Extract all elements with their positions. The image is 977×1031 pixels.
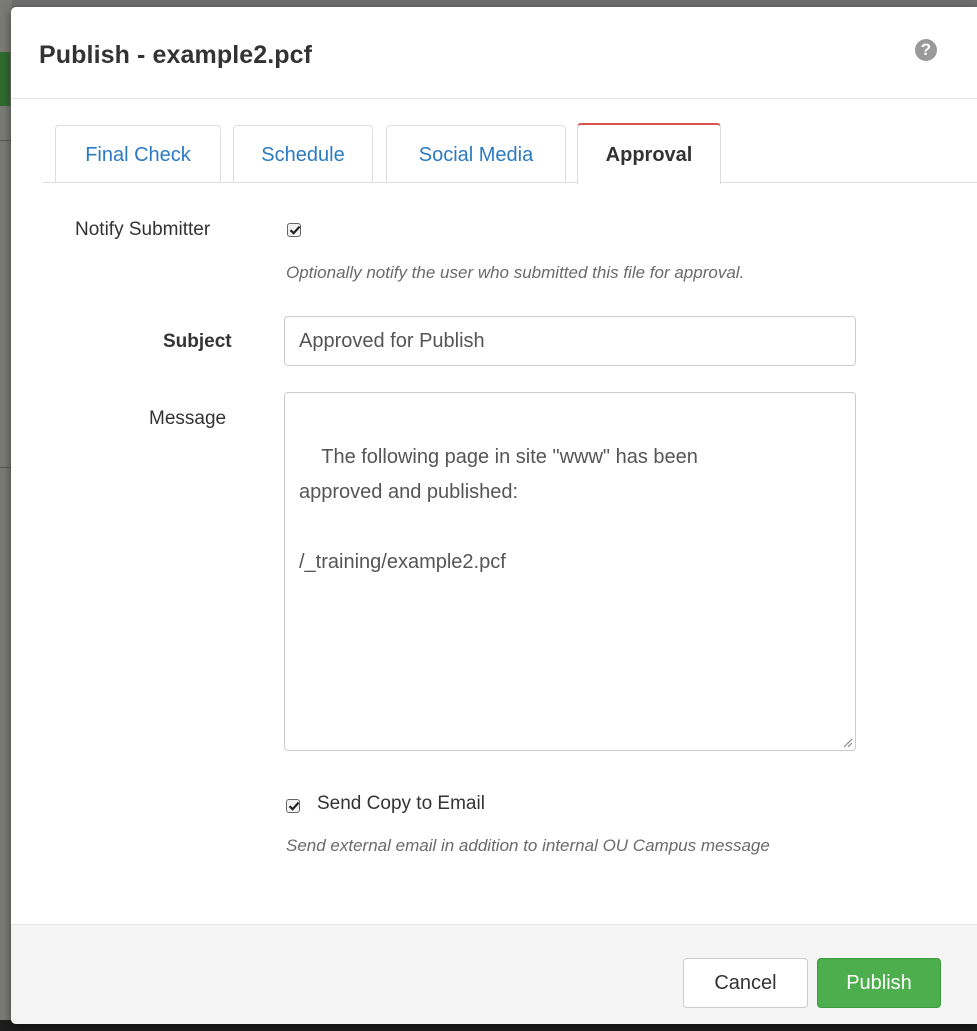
send-copy-label[interactable]: Send Copy to Email <box>317 793 485 815</box>
dialog-footer: Cancel Publish <box>11 924 977 1024</box>
tab-schedule[interactable]: Schedule <box>233 125 373 182</box>
notify-submitter-help: Optionally notify the user who submitted… <box>286 263 745 282</box>
dialog-header: Publish - example2.pcf ? <box>11 7 977 99</box>
notify-submitter-label: Notify Submitter <box>75 219 211 240</box>
send-copy-help: Send external email in addition to inter… <box>286 836 770 855</box>
tab-bar: Final Check Schedule Social Media Approv… <box>43 123 977 184</box>
message-text: The following page in site "www" has bee… <box>299 446 698 573</box>
background-green-element <box>0 52 10 106</box>
send-copy-checkbox[interactable] <box>286 799 300 813</box>
cancel-button[interactable]: Cancel <box>683 958 808 1008</box>
resize-handle-icon[interactable] <box>842 737 853 748</box>
subject-input[interactable]: Approved for Publish <box>284 316 856 366</box>
message-textarea[interactable]: The following page in site "www" has bee… <box>284 392 856 751</box>
dialog-title: Publish - example2.pcf <box>39 41 313 69</box>
message-label: Message <box>149 408 227 429</box>
checkmark-icon <box>288 801 300 811</box>
checkmark-icon <box>289 225 301 235</box>
tab-social-media[interactable]: Social Media <box>386 125 566 182</box>
publish-dialog: Publish - example2.pcf ? Final Check Sch… <box>11 7 977 1024</box>
publish-button[interactable]: Publish <box>817 958 941 1008</box>
subject-label: Subject <box>163 331 232 352</box>
notify-submitter-checkbox[interactable] <box>287 223 301 237</box>
tab-final-check[interactable]: Final Check <box>55 125 221 182</box>
question-circle-icon[interactable]: ? <box>915 39 937 61</box>
tab-approval[interactable]: Approval <box>577 123 721 184</box>
